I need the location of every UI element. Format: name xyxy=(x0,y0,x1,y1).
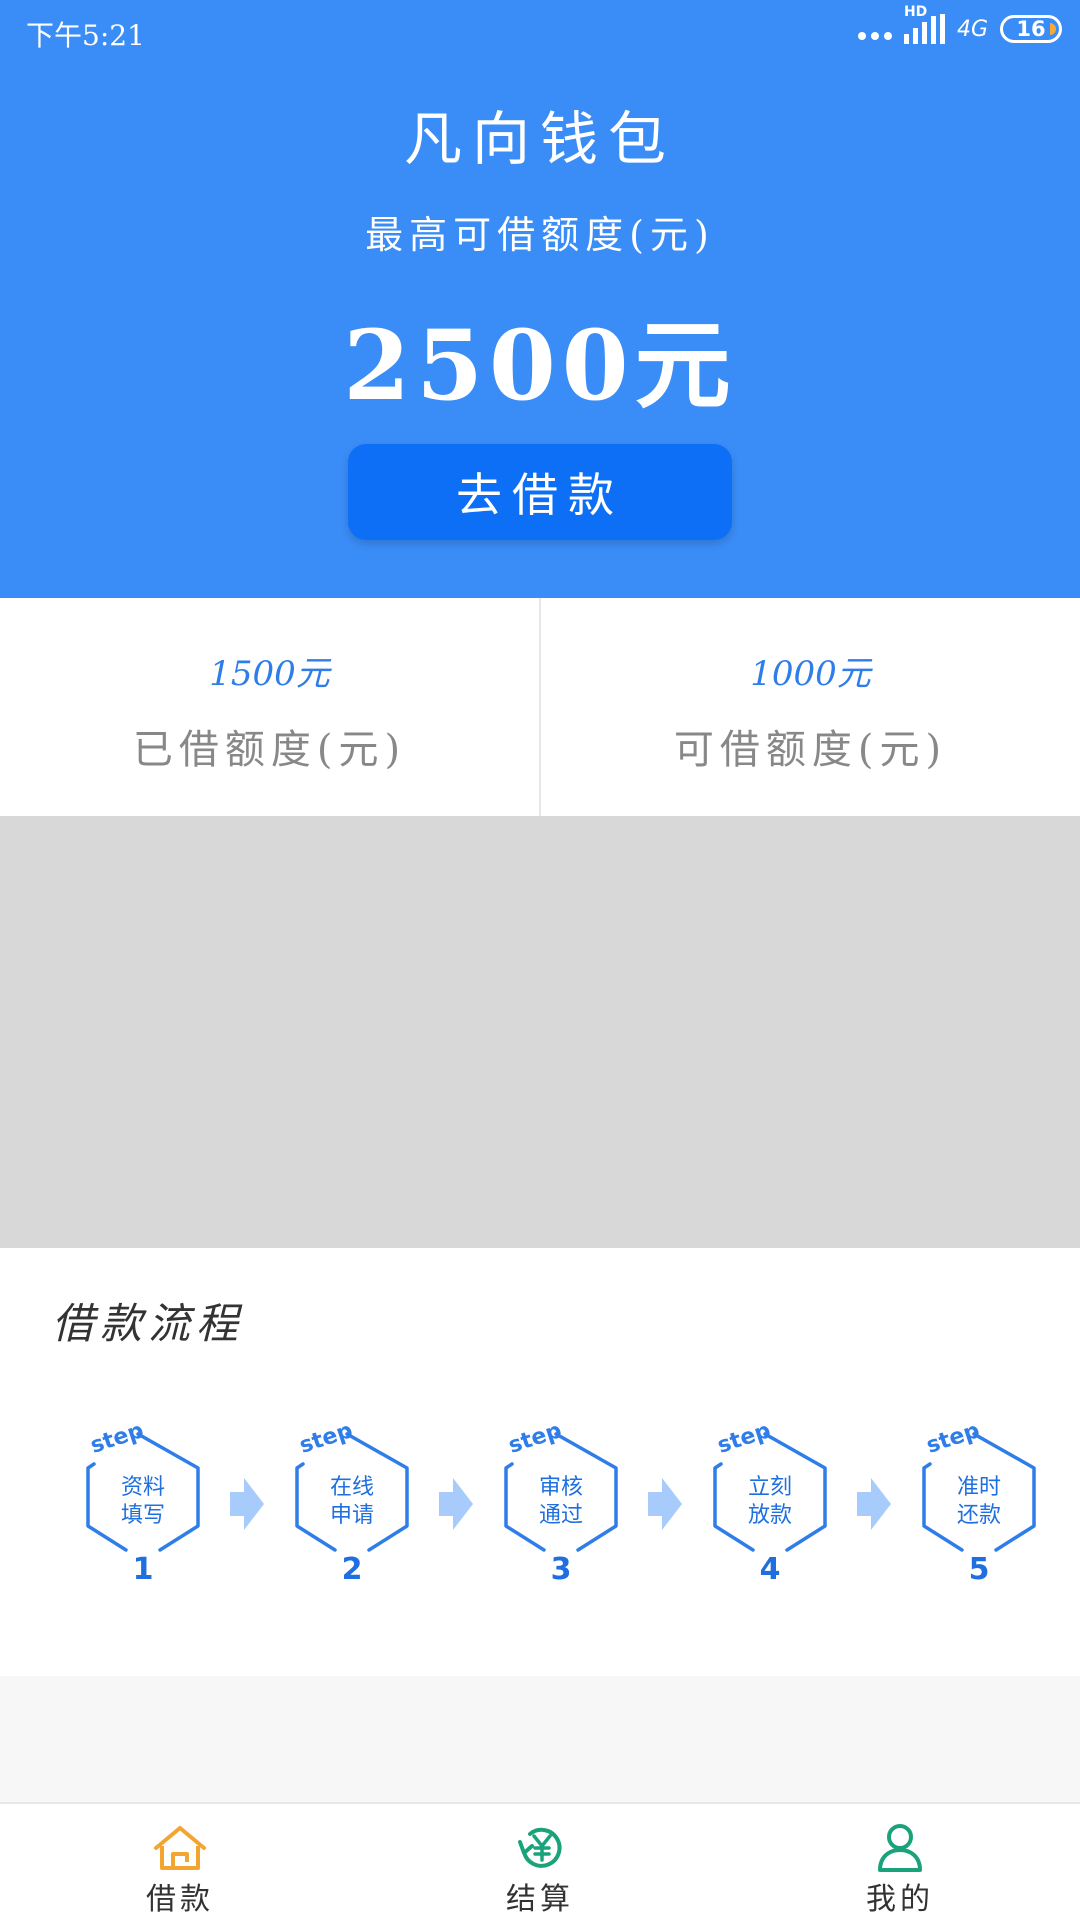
nav-item-mine[interactable]: 我的 xyxy=(720,1804,1080,1922)
hd-label: HD xyxy=(903,4,928,20)
borrowed-amount-label: 已借额度(元) xyxy=(132,727,407,773)
step-label: 立刻 放款 xyxy=(707,1474,833,1530)
battery-icon: 16 xyxy=(1000,15,1062,43)
step-label: 在线 申请 xyxy=(289,1474,415,1530)
process-step-2: step 在线 申请 2 xyxy=(289,1418,429,1588)
process-steps: step 资料 填写 1 step 在线 申请 2 step 审核 通过 3 step 立刻 放款 4 step… xyxy=(0,1418,1080,1608)
process-step-1: step 资料 填写 1 xyxy=(80,1418,220,1588)
borrow-button[interactable]: 去借款 xyxy=(348,444,732,540)
step-label-line1: 审核 xyxy=(538,1475,583,1500)
borrowed-amount-value: 1500元 xyxy=(209,654,330,694)
step-number: 4 xyxy=(759,1552,781,1587)
step-arrow-icon xyxy=(857,1478,891,1530)
battery-level: 16 xyxy=(1016,17,1046,41)
step-label: 审核 通过 xyxy=(498,1474,624,1530)
borrowed-amount-card: 1500元 已借额度(元) xyxy=(0,598,539,816)
step-number: 5 xyxy=(968,1552,990,1587)
step-label-line1: 准时 xyxy=(956,1475,1001,1500)
yen-refresh-icon xyxy=(518,1827,562,1868)
status-time: 下午5:21 xyxy=(26,19,145,52)
nav-label-settle: 结算 xyxy=(506,1882,574,1917)
step-label-line1: 资料 xyxy=(120,1475,165,1500)
nav-label-mine: 我的 xyxy=(866,1882,934,1917)
available-amount-label: 可借额度(元) xyxy=(673,727,948,773)
nav-item-settle[interactable]: 结算 xyxy=(360,1804,720,1922)
step-number: 3 xyxy=(550,1552,572,1587)
step-label-line1: 在线 xyxy=(329,1475,374,1500)
max-limit-label: 最高可借额度(元) xyxy=(365,213,715,257)
signal-icon: HD xyxy=(903,4,945,44)
status-icons: HD 4G 16 xyxy=(857,4,1062,44)
process-title: 借款流程 xyxy=(52,1299,245,1348)
available-amount-value: 1000元 xyxy=(750,654,871,694)
step-label-line2: 还款 xyxy=(956,1503,1001,1528)
header-section: 下午5:21 HD 4G 16 凡向钱包 最高可借额度(元) 2500元 去借款 xyxy=(0,0,1080,598)
network-label: 4G xyxy=(956,16,988,42)
step-number: 1 xyxy=(132,1552,154,1587)
step-label-line2: 申请 xyxy=(329,1503,374,1528)
banner-placeholder[interactable] xyxy=(0,816,1080,1248)
step-arrow-icon xyxy=(230,1478,264,1530)
home-icon xyxy=(154,1826,206,1870)
process-step-4: step 立刻 放款 4 xyxy=(707,1418,847,1588)
max-limit-amount: 2500元 xyxy=(343,309,737,422)
amount-summary: 1500元 已借额度(元) 1000元 可借额度(元) xyxy=(0,598,1080,816)
bottom-nav: 借款 结算 我的 xyxy=(0,1802,1080,1922)
step-number: 2 xyxy=(341,1552,363,1587)
step-label-line1: 立刻 xyxy=(747,1475,792,1500)
nav-label-borrow: 借款 xyxy=(146,1882,214,1917)
process-step-3: step 审核 通过 3 xyxy=(498,1418,638,1588)
step-label-line2: 填写 xyxy=(120,1503,165,1528)
available-amount-card: 1000元 可借额度(元) xyxy=(539,598,1080,816)
nav-item-borrow[interactable]: 借款 xyxy=(0,1804,360,1922)
step-arrow-icon xyxy=(648,1478,682,1530)
step-label-line2: 放款 xyxy=(747,1503,792,1528)
loan-process-section: 借款流程 step 资料 填写 1 step 在线 申请 2 step 审核 通过 3 step 立刻 放款… xyxy=(0,1248,1080,1676)
more-dots-icon xyxy=(857,32,892,40)
step-arrow-icon xyxy=(439,1478,473,1530)
step-label-line2: 通过 xyxy=(538,1503,583,1528)
step-label: 准时 还款 xyxy=(916,1474,1042,1530)
app-title: 凡向钱包 xyxy=(403,105,676,173)
person-icon xyxy=(878,1824,922,1872)
status-bar: 下午5:21 HD 4G 16 xyxy=(0,0,1080,64)
process-step-5: step 准时 还款 5 xyxy=(916,1418,1056,1588)
step-label: 资料 填写 xyxy=(80,1474,206,1530)
